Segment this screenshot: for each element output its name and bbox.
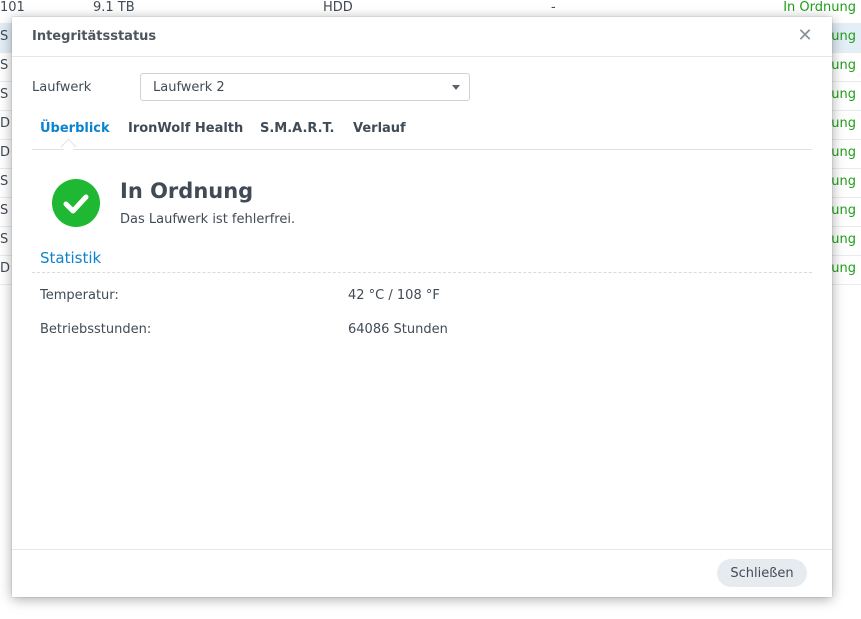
health-status-title: In Ordnung	[120, 179, 254, 203]
disk-type: HDD	[323, 0, 353, 15]
operating-hours-value: 64086 Stunden	[348, 322, 448, 337]
disk-id: S	[0, 174, 9, 189]
chevron-down-icon	[452, 85, 460, 90]
drive-label: Laufwerk	[32, 80, 92, 95]
tab-history[interactable]: Verlauf	[353, 121, 406, 136]
drive-select[interactable]: Laufwerk 2	[140, 73, 470, 101]
checkmark-icon	[52, 179, 100, 227]
tab-ironwolf-health[interactable]: IronWolf Health	[128, 121, 243, 136]
disk-id: S	[0, 58, 9, 73]
tab-bar: Überblick IronWolf Health S.M.A.R.T. Ver…	[32, 117, 812, 155]
disk-id: S	[0, 87, 9, 102]
disk-id: S	[0, 203, 9, 218]
disk-extra: -	[551, 0, 556, 15]
disk-id: 101	[0, 0, 25, 15]
disk-status: In Ordnung	[783, 0, 856, 15]
disk-id: D	[0, 116, 11, 131]
close-button[interactable]: Schließen	[717, 559, 807, 587]
tab-smart[interactable]: S.M.A.R.T.	[260, 121, 334, 136]
disk-id: D	[0, 145, 11, 160]
close-icon[interactable]: ✕	[796, 27, 814, 45]
disk-id: S	[0, 29, 9, 44]
disk-id: D	[0, 261, 11, 276]
dialog-title: Integritätsstatus	[32, 29, 157, 44]
disk-id: S	[0, 232, 9, 247]
tab-overview[interactable]: Überblick	[40, 121, 110, 136]
dialog-header: Integritätsstatus ✕	[12, 17, 832, 57]
section-divider	[32, 272, 812, 273]
integrity-status-dialog: Integritätsstatus ✕ Laufwerk Laufwerk 2 …	[12, 17, 832, 597]
operating-hours-label: Betriebsstunden:	[40, 322, 152, 337]
drive-select-value: Laufwerk 2	[153, 80, 225, 95]
active-tab-indicator	[60, 138, 77, 155]
footer-divider	[12, 549, 832, 550]
health-status-description: Das Laufwerk ist fehlerfrei.	[120, 212, 296, 227]
temperature-value: 42 °C / 108 °F	[348, 288, 440, 303]
disk-size: 9.1 TB	[93, 0, 135, 15]
statistics-heading: Statistik	[40, 249, 102, 267]
temperature-label: Temperatur:	[40, 288, 119, 303]
